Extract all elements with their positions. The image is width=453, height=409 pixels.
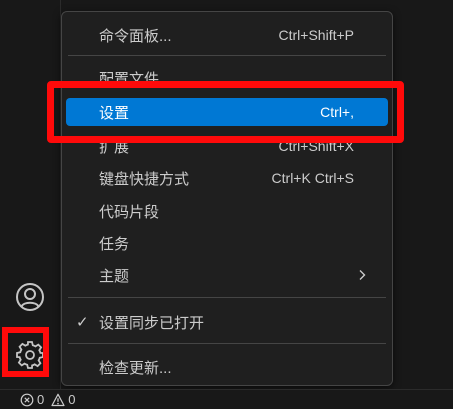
menu-item-label: 代码片段 (99, 203, 160, 221)
menu-item-extensions[interactable]: 扩展 Ctrl+Shift+X (66, 132, 388, 160)
error-count: 0 (37, 392, 45, 407)
menu-item-check-updates[interactable]: 检查更新... (66, 353, 388, 381)
error-icon (20, 393, 34, 406)
warning-icon (51, 393, 65, 406)
menu-item-themes[interactable]: 主题 (66, 261, 388, 289)
check-icon: ✓ (76, 314, 89, 331)
menu-item-settings-sync[interactable]: ✓ 设置同步已打开 (66, 308, 388, 336)
menu-item-shortcut: Ctrl+Shift+X (278, 138, 354, 154)
menu-item-label: 命令面板... (99, 27, 172, 45)
menu-separator (68, 343, 386, 344)
menu-item-tasks[interactable]: 任务 (66, 229, 388, 257)
manage-menu: 命令面板... Ctrl+Shift+P 配置文件 设置 Ctrl+, 扩展 C… (61, 11, 393, 386)
menu-item-settings[interactable]: 设置 Ctrl+, (66, 98, 388, 126)
menu-item-label: 设置 (99, 104, 130, 122)
menu-item-label: 键盘快捷方式 (99, 170, 190, 188)
problems-indicator[interactable]: 0 0 (20, 392, 75, 407)
menu-item-label: 配置文件 (99, 70, 160, 88)
menu-item-keyboard-shortcuts[interactable]: 键盘快捷方式 Ctrl+K Ctrl+S (66, 164, 388, 192)
menu-item-label: 检查更新... (99, 359, 172, 377)
gear-icon[interactable] (11, 336, 49, 374)
menu-item-label: 任务 (99, 235, 130, 253)
menu-separator (68, 55, 386, 56)
menu-separator (68, 297, 386, 298)
status-bar: 0 0 (0, 389, 453, 409)
menu-item-shortcut: Ctrl+, (320, 104, 354, 120)
menu-item-label: 扩展 (99, 138, 130, 156)
menu-item-profiles[interactable]: 配置文件 (66, 64, 388, 92)
menu-item-shortcut: Ctrl+Shift+P (278, 27, 354, 43)
account-icon[interactable] (11, 278, 49, 316)
warning-count: 0 (68, 392, 76, 407)
menu-item-label: 主题 (99, 267, 130, 285)
menu-item-snippets[interactable]: 代码片段 (66, 197, 388, 225)
menu-item-command-palette[interactable]: 命令面板... Ctrl+Shift+P (66, 21, 388, 49)
chevron-right-icon (359, 270, 366, 280)
menu-item-label: 设置同步已打开 (99, 314, 205, 332)
menu-item-shortcut: Ctrl+K Ctrl+S (271, 170, 354, 186)
activity-bar (0, 0, 61, 389)
vscode-window: 命令面板... Ctrl+Shift+P 配置文件 设置 Ctrl+, 扩展 C… (0, 0, 453, 409)
